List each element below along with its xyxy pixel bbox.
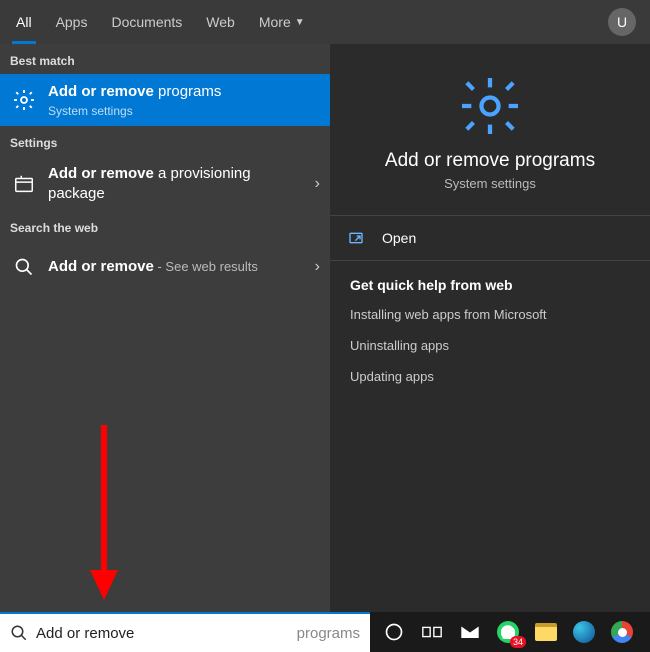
tab-more[interactable]: More ▼ <box>247 0 317 44</box>
help-link-install[interactable]: Installing web apps from Microsoft <box>330 299 650 330</box>
result-web-search[interactable]: Add or remove - See web results › <box>0 241 330 293</box>
tab-all[interactable]: All <box>4 0 44 44</box>
search-body: Best match Add or remove programs System… <box>0 44 650 612</box>
search-input[interactable] <box>36 625 299 642</box>
tab-label: Documents <box>111 14 182 30</box>
tab-web[interactable]: Web <box>194 0 247 44</box>
tab-documents[interactable]: Documents <box>99 0 194 44</box>
whatsapp-icon[interactable] <box>494 618 522 646</box>
section-best-match: Best match <box>0 44 330 74</box>
user-avatar[interactable]: U <box>608 8 636 36</box>
gear-icon <box>10 86 38 114</box>
taskbar-search[interactable]: programs <box>0 612 370 652</box>
help-link-uninstall[interactable]: Uninstalling apps <box>330 330 650 361</box>
section-settings: Settings <box>0 126 330 156</box>
chevron-right-icon: › <box>315 175 320 193</box>
result-title: Add or remove programs <box>48 82 320 102</box>
chrome-icon[interactable] <box>608 618 636 646</box>
chevron-down-icon: ▼ <box>295 17 305 28</box>
tab-apps[interactable]: Apps <box>44 0 100 44</box>
tab-label: Apps <box>56 14 88 30</box>
preview-subtitle: System settings <box>330 176 650 191</box>
result-add-remove-programs[interactable]: Add or remove programs System settings <box>0 74 330 126</box>
help-link-update[interactable]: Updating apps <box>330 361 650 392</box>
taskbar: programs <box>0 612 650 652</box>
result-title: Add or remove a provisioning package <box>48 164 307 203</box>
tab-label: More <box>259 14 291 30</box>
help-header: Get quick help from web <box>330 261 650 299</box>
mail-icon[interactable] <box>456 618 484 646</box>
search-icon <box>10 624 28 642</box>
tab-label: All <box>16 14 32 30</box>
result-subtitle: System settings <box>48 104 320 118</box>
search-ghost-text: programs <box>297 625 360 642</box>
tab-label: Web <box>206 14 235 30</box>
gear-icon <box>330 74 650 138</box>
result-provisioning-package[interactable]: Add or remove a provisioning package › <box>0 156 330 211</box>
chevron-right-icon: › <box>315 258 320 276</box>
avatar-initial: U <box>617 14 627 30</box>
result-title: Add or remove - See web results <box>48 257 307 277</box>
search-header: All Apps Documents Web More ▼ U <box>0 0 650 44</box>
file-explorer-icon[interactable] <box>532 618 560 646</box>
package-icon <box>10 170 38 198</box>
section-search-web: Search the web <box>0 211 330 241</box>
search-icon <box>10 253 38 281</box>
task-view-icon[interactable] <box>418 618 446 646</box>
open-action[interactable]: Open <box>330 216 650 260</box>
preview-title: Add or remove programs <box>330 150 650 172</box>
open-label: Open <box>382 230 416 246</box>
preview-pane: Add or remove programs System settings O… <box>330 44 650 612</box>
open-icon <box>348 230 368 246</box>
cortana-icon[interactable] <box>380 618 408 646</box>
taskbar-tray <box>370 612 650 652</box>
results-pane: Best match Add or remove programs System… <box>0 44 330 612</box>
edge-icon[interactable] <box>570 618 598 646</box>
